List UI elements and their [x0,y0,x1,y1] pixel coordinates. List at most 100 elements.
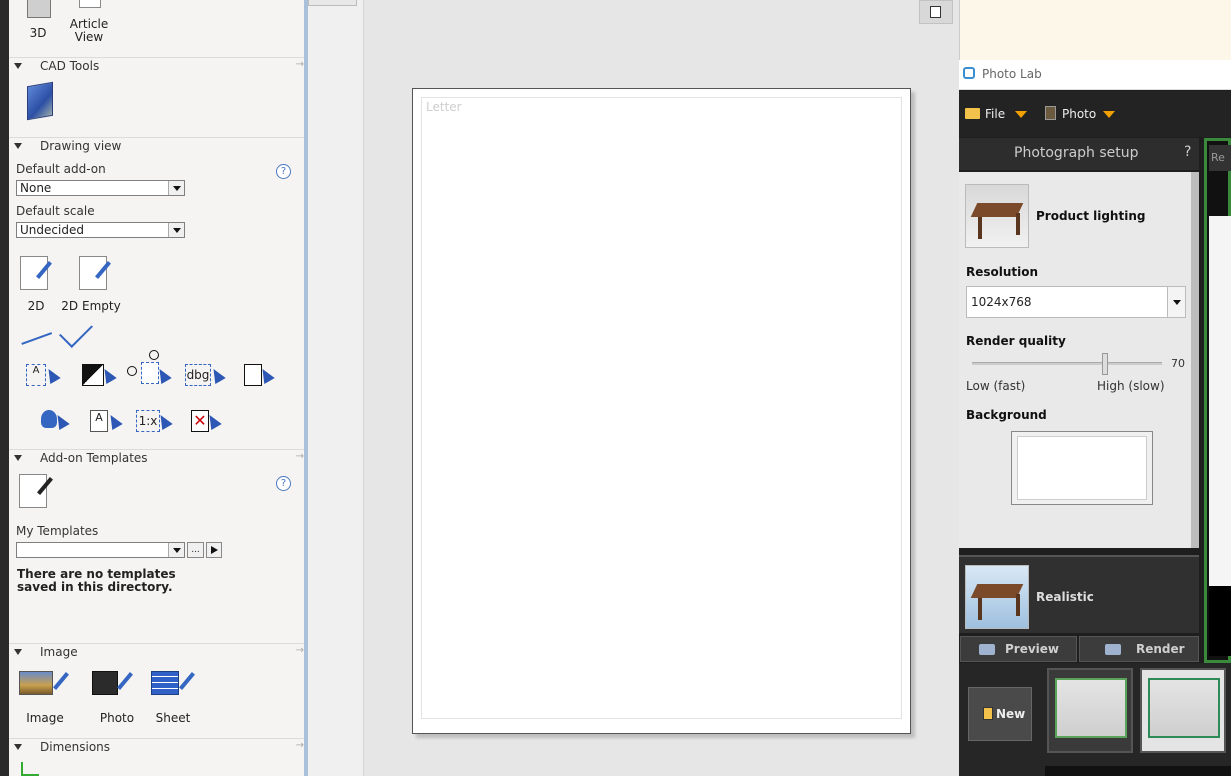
render-quality-slider-thumb[interactable] [1102,353,1108,375]
add-line-icon[interactable] [15,317,53,345]
chevron-down-icon[interactable] [168,181,184,195]
collapse-triangle-icon [14,143,22,149]
debug-tool[interactable]: dbg [185,360,227,390]
section-title: CAD Tools [40,59,100,73]
strip-tab[interactable] [308,0,357,6]
section-title: Drawing view [40,139,122,153]
film-icon [1045,106,1056,120]
browse-button[interactable]: ... [187,542,204,558]
render-label: Render [1136,642,1185,656]
render-tab[interactable]: Re [1209,145,1231,171]
camera-icon [1105,644,1121,655]
background-window [959,0,1231,60]
section-view-icon: A [26,364,46,386]
chevron-down-icon[interactable] [168,223,184,237]
chevron-down-icon [1015,111,1027,118]
background-label: Background [966,408,1047,422]
meeting-scene-image [1148,678,1220,738]
3d-label: 3D [29,26,47,40]
realistic-preset[interactable]: Realistic [959,555,1199,633]
chevron-down-icon[interactable] [1167,287,1185,317]
film-icon [92,671,118,695]
collapse-triangle-icon [14,744,22,750]
photo-lab-logo-icon [963,67,975,79]
default-scale-label: Default scale [16,204,95,218]
chevron-down-icon [1103,111,1115,118]
text-style-icon: A [90,410,108,432]
new-scene-button[interactable]: New [968,687,1032,741]
section-cad-tools[interactable]: CAD Tools → [9,57,306,75]
contrast-tool[interactable] [82,360,117,390]
edit-button[interactable] [919,0,953,24]
label-tool[interactable] [127,350,172,390]
background-swatch[interactable] [1011,431,1153,505]
3d-tool[interactable]: 3D [17,0,59,44]
render-preview-footer [1209,586,1231,656]
image-tool[interactable]: Image [15,667,75,727]
realistic-thumbnail [965,565,1029,629]
article-view-tool[interactable]: Article View [65,0,113,46]
help-icon[interactable]: ? [1184,144,1191,160]
preview-label: Preview [1005,642,1060,656]
default-addon-select[interactable]: None [16,180,185,196]
menu-file[interactable]: File [965,91,1035,137]
section-title: Dimensions [40,740,111,754]
render-quality-value: 70 [1171,357,1185,370]
menu-photo-label: Photo [1062,107,1097,121]
my-templates-select[interactable] [16,542,185,558]
play-button[interactable] [206,542,222,558]
view-2d-empty-label: 2D Empty [61,299,121,313]
label-circle-icon [127,366,137,376]
default-scale-select[interactable]: Undecided [16,222,185,238]
paper-sheet[interactable]: Letter [412,88,911,734]
pin-arrow-icon[interactable]: → [296,645,304,656]
pin-arrow-icon[interactable]: → [296,740,304,751]
polyline-icon[interactable] [59,314,93,348]
scene-thumbnail[interactable] [1047,668,1133,753]
addon-template-tool[interactable] [17,472,57,514]
text-style-tool[interactable]: A [90,406,124,436]
realistic-label: Realistic [1036,590,1094,604]
section-title: Image [40,645,78,659]
scene-scrollbar[interactable] [1045,766,1231,776]
photograph-setup-title: Photograph setup [1014,145,1139,161]
pin-arrow-icon[interactable]: → [296,59,304,70]
menu-photo[interactable]: Photo [1045,91,1121,137]
blank-page-tool[interactable] [244,360,278,390]
render-quality-slider[interactable] [972,362,1162,365]
preview-button[interactable]: Preview [960,636,1077,662]
scale-tool[interactable]: 1:x [136,406,176,436]
section-image[interactable]: Image → [9,643,306,661]
chevron-down-icon[interactable] [168,543,184,557]
default-addon-value: None [20,181,52,195]
render-button[interactable]: Render [1079,636,1199,662]
dimension-tool-icon[interactable] [21,762,39,776]
resolution-select[interactable]: 1024x768 [966,286,1186,318]
photo-tool[interactable]: Photo [87,667,147,727]
view-2d-button[interactable]: 2D [15,254,57,314]
product-lighting-thumbnail[interactable] [965,184,1029,248]
image-label: Image [26,711,64,725]
fill-tool[interactable] [41,406,75,436]
3d-icon [27,0,51,18]
section-drawing-view[interactable]: Drawing view [9,137,306,155]
view-2d-empty-button[interactable]: 2D Empty [61,254,121,314]
article-view-label: Article View [69,17,109,44]
section-addon-templates[interactable]: Add-on Templates → [9,449,306,467]
delete-view-tool[interactable]: ✕ [191,406,225,436]
sheet-tool[interactable]: Sheet [143,667,203,727]
pin-arrow-icon[interactable]: → [296,451,304,462]
photo-lab-titlebar: Photo Lab [959,60,1231,90]
section-dimensions[interactable]: Dimensions → [9,738,306,756]
render-view: Re [1204,138,1231,663]
office-scene-image [1055,678,1127,738]
scene-thumbnail[interactable] [1140,668,1226,753]
solar-panel-icon[interactable] [27,81,53,121]
camera-icon [979,644,995,655]
section-view-tool[interactable]: A [26,360,61,390]
collapse-triangle-icon [14,455,22,461]
help-icon[interactable]: ? [276,476,291,491]
help-icon[interactable]: ? [276,164,291,179]
side-strip [308,0,363,776]
render-preview-area [1209,216,1231,586]
